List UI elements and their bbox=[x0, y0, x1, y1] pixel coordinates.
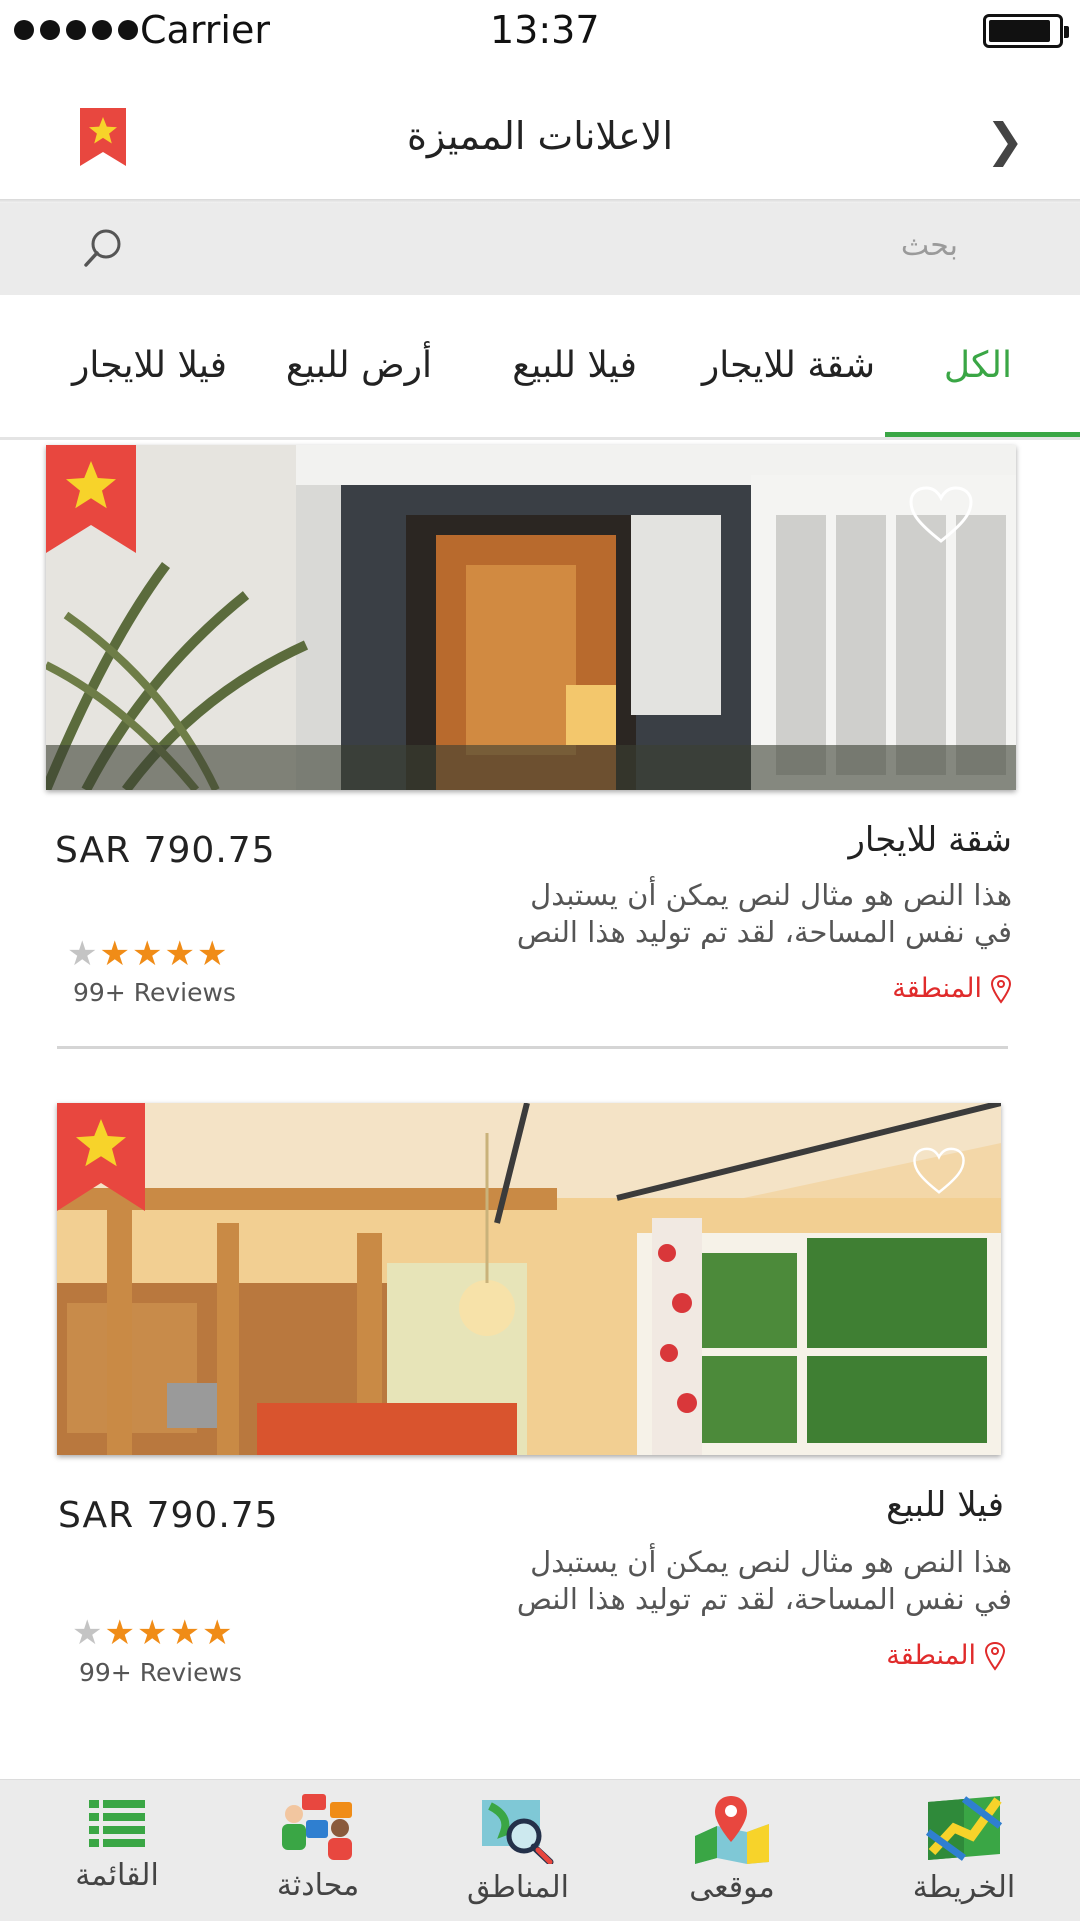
description-line: في نفس المساحة، لقد تم توليد هذا النص bbox=[516, 915, 1012, 949]
review-count[interactable]: 99+ Reviews bbox=[73, 978, 236, 1007]
search-bar bbox=[0, 203, 1080, 295]
listing-price: SAR 790.75 bbox=[55, 830, 276, 871]
page-title: الاعلانات المميزة bbox=[407, 114, 673, 158]
house-exterior-image bbox=[46, 445, 1016, 790]
description-line: هذا النص هو مثال لنص يمكن أن يستبدل bbox=[530, 878, 1012, 912]
areas-map-search-icon bbox=[482, 1800, 554, 1866]
signal-strength-icon bbox=[14, 20, 138, 40]
star-ribbon-icon[interactable] bbox=[80, 108, 126, 170]
nav-item-map[interactable]: الخريطة bbox=[864, 1780, 1064, 1921]
heart-icon[interactable] bbox=[908, 485, 974, 545]
my-location-icon bbox=[695, 1796, 769, 1864]
nav-item-my-location[interactable]: موقعى bbox=[632, 1780, 832, 1921]
nav-label: الخريطة bbox=[912, 1870, 1016, 1905]
review-count[interactable]: 99+ Reviews bbox=[79, 1658, 242, 1687]
listing-photo[interactable] bbox=[57, 1103, 1001, 1455]
star-filled-icon: ★ bbox=[196, 934, 228, 974]
listing-photo[interactable] bbox=[46, 445, 1016, 790]
star-rating: ★ ★ ★ ★ ★ bbox=[67, 937, 227, 971]
nav-item-list[interactable]: القائمة bbox=[17, 1780, 217, 1921]
nav-label: موقعى bbox=[689, 1870, 775, 1905]
listing-price: SAR 790.75 bbox=[58, 1495, 279, 1536]
nav-item-areas[interactable]: المناطق bbox=[418, 1780, 618, 1921]
tab-villa-sale[interactable]: فيلا للبيع bbox=[512, 345, 637, 386]
status-time: 13:37 bbox=[490, 8, 600, 52]
listing-card[interactable]: SAR 790.75 شقة للايجار هذا النص هو مثال … bbox=[0, 440, 1080, 1050]
star-filled-icon: ★ bbox=[201, 1613, 233, 1653]
carrier-label: Carrier bbox=[140, 8, 270, 52]
battery-icon bbox=[983, 14, 1069, 48]
map-icon bbox=[925, 1796, 1003, 1861]
category-tabs: الكل شقة للايجار فيلا للبيع أرض للبيع في… bbox=[0, 295, 1080, 437]
star-filled-icon: ★ bbox=[131, 934, 163, 974]
star-rating: ★ ★ ★ ★ ★ bbox=[72, 1616, 232, 1650]
star-filled-icon: ★ bbox=[104, 1613, 135, 1653]
tab-all[interactable]: الكل bbox=[944, 345, 1012, 386]
tab-villa-rent[interactable]: فيلا للايجار bbox=[72, 345, 227, 386]
tab-apartment-rent[interactable]: شقة للايجار bbox=[702, 345, 875, 386]
search-icon[interactable] bbox=[82, 227, 124, 269]
star-filled-icon: ★ bbox=[164, 934, 195, 974]
tab-land-sale[interactable]: أرض للبيع bbox=[286, 345, 432, 386]
chevron-back-icon[interactable]: ❯ bbox=[985, 110, 1025, 170]
nav-label: محادثة bbox=[276, 1868, 360, 1903]
nav-label: المناطق bbox=[467, 1870, 569, 1905]
nav-item-chat[interactable]: محادثة bbox=[218, 1780, 418, 1921]
description-line: في نفس المساحة، لقد تم توليد هذا النص bbox=[516, 1582, 1012, 1616]
star-filled-icon: ★ bbox=[99, 934, 130, 974]
location-pin-icon bbox=[984, 1641, 1006, 1671]
status-bar: Carrier 13:37 bbox=[0, 0, 1080, 64]
featured-ribbon-icon bbox=[57, 1103, 145, 1211]
listing-description: هذا النص هو مثال لنص يمكن أن يستبدل في ن… bbox=[412, 877, 1012, 951]
star-empty-icon: ★ bbox=[72, 1613, 103, 1653]
app-header: الاعلانات المميزة ❯ bbox=[0, 64, 1080, 200]
villa-interior-image bbox=[57, 1103, 1001, 1455]
location-pin-icon bbox=[990, 974, 1012, 1004]
area-label: المنطقة bbox=[892, 973, 982, 1004]
chat-icon bbox=[282, 1794, 352, 1860]
area-label: المنطقة bbox=[886, 1640, 976, 1671]
listing-description: هذا النص هو مثال لنص يمكن أن يستبدل في ن… bbox=[412, 1544, 1012, 1618]
bottom-navigation: القائمة محادثة المناطق موقعى الخريطة bbox=[0, 1779, 1080, 1921]
nav-label: القائمة bbox=[75, 1858, 159, 1893]
featured-ribbon-icon bbox=[46, 445, 136, 553]
star-filled-icon: ★ bbox=[169, 1613, 200, 1653]
listing-title[interactable]: شقة للايجار bbox=[848, 820, 1012, 860]
listing-title[interactable]: فيلا للبيع bbox=[886, 1485, 1004, 1525]
listing-area[interactable]: المنطقة bbox=[886, 1640, 1006, 1671]
listing-card[interactable]: SAR 790.75 فيلا للبيع هذا النص هو مثال ل… bbox=[0, 1100, 1080, 1730]
list-icon bbox=[89, 1800, 145, 1847]
listing-area[interactable]: المنطقة bbox=[892, 973, 1012, 1004]
heart-icon[interactable] bbox=[912, 1146, 966, 1196]
star-filled-icon: ★ bbox=[136, 1613, 168, 1653]
search-input[interactable] bbox=[556, 227, 960, 264]
star-empty-icon: ★ bbox=[67, 934, 98, 974]
listing-divider bbox=[57, 1046, 1008, 1049]
description-line: هذا النص هو مثال لنص يمكن أن يستبدل bbox=[530, 1545, 1012, 1579]
